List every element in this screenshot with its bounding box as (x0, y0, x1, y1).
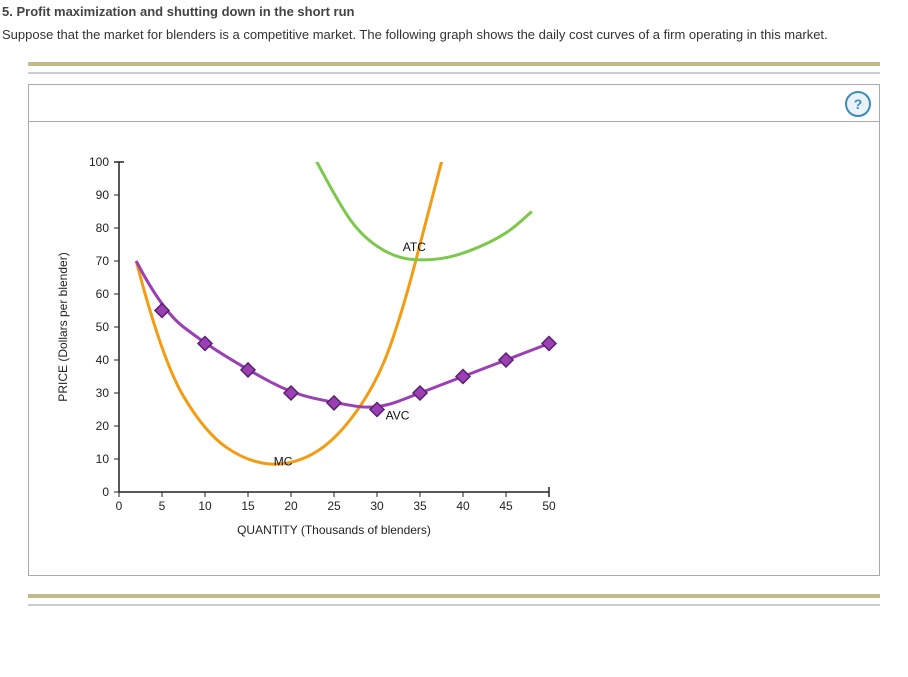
divider-gold-top (28, 62, 880, 66)
avc-point[interactable] (542, 337, 556, 351)
svg-text:30: 30 (96, 386, 110, 400)
avc-point[interactable] (499, 353, 513, 367)
svg-text:QUANTITY (Thousands of blender: QUANTITY (Thousands of blenders) (237, 523, 431, 537)
svg-text:100: 100 (89, 155, 109, 169)
svg-text:50: 50 (96, 320, 110, 334)
divider-gray-top (28, 72, 880, 74)
divider-gray-bottom (28, 604, 880, 606)
avc-point[interactable] (327, 396, 341, 410)
chart-container: ? 0 5 10 15 20 25 30 35 40 45 50 0 10 20 30 40 50 60 70 80 9… (28, 84, 880, 576)
divider-gold-bottom (28, 594, 880, 598)
avc-point[interactable] (456, 370, 470, 384)
svg-text:15: 15 (241, 499, 255, 513)
svg-text:80: 80 (96, 221, 110, 235)
svg-text:10: 10 (96, 452, 110, 466)
svg-text:10: 10 (198, 499, 212, 513)
cost-curve-chart[interactable]: 0 5 10 15 20 25 30 35 40 45 50 0 10 20 30 40 50 60 70 80 90 1… (39, 122, 569, 552)
avc-point[interactable] (413, 386, 427, 400)
svg-text:25: 25 (327, 499, 341, 513)
svg-text:0: 0 (102, 485, 109, 499)
question-number: 5. (2, 4, 13, 19)
svg-text:50: 50 (542, 499, 556, 513)
curve-avc[interactable] (136, 261, 549, 407)
svg-text:ATC: ATC (403, 240, 426, 254)
svg-text:70: 70 (96, 254, 110, 268)
svg-text:20: 20 (96, 419, 110, 433)
svg-text:40: 40 (96, 353, 110, 367)
help-icon[interactable]: ? (845, 91, 871, 117)
svg-text:0: 0 (116, 499, 123, 513)
svg-text:30: 30 (370, 499, 384, 513)
svg-text:45: 45 (499, 499, 513, 513)
svg-text:PRICE (Dollars per blender): PRICE (Dollars per blender) (56, 252, 70, 401)
avc-point[interactable] (155, 304, 169, 318)
svg-text:MC: MC (274, 455, 293, 469)
question-intro: Suppose that the market for blenders is … (0, 27, 908, 58)
svg-text:20: 20 (284, 499, 298, 513)
svg-text:40: 40 (456, 499, 470, 513)
svg-text:60: 60 (96, 287, 110, 301)
chart-toolbar: ? (29, 85, 879, 122)
svg-text:35: 35 (413, 499, 427, 513)
svg-text:AVC: AVC (386, 408, 410, 422)
question-title: Profit maximization and shutting down in… (16, 4, 354, 19)
svg-text:5: 5 (159, 499, 166, 513)
svg-text:90: 90 (96, 188, 110, 202)
